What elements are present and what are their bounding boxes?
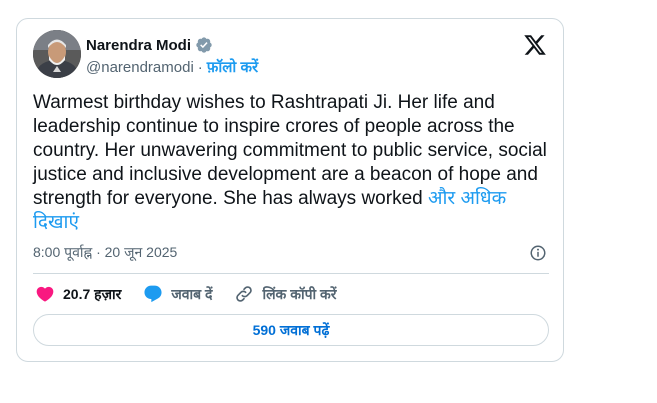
avatar[interactable] <box>33 30 81 78</box>
author-handle[interactable]: @narendramodi <box>86 59 194 76</box>
author-name[interactable]: Narendra Modi <box>86 37 191 54</box>
post-timestamp[interactable]: 8:00 पूर्वाह्न · 20 जून 2025 <box>33 243 177 262</box>
reply-bubble-icon <box>144 285 162 303</box>
read-replies-button[interactable]: 590 जवाब पढ़ें <box>33 314 549 346</box>
meta-row: 8:00 पूर्वाह्न · 20 जून 2025 <box>33 243 547 262</box>
action-bar: 20.7 हज़ार जवाब दें लिंक कॉपी करें <box>35 284 359 304</box>
x-logo-icon[interactable] <box>523 33 547 57</box>
author-name-row: Narendra Modi <box>86 36 213 54</box>
copy-link-label: लिंक कॉपी करें <box>262 285 337 302</box>
author-handle-row: @narendramodi · फ़ॉलो करें <box>86 57 258 77</box>
like-count: 20.7 हज़ार <box>63 285 122 302</box>
post-text-container: Warmest birthday wishes to Rashtrapati J… <box>33 91 548 235</box>
heart-icon <box>36 286 54 302</box>
info-icon[interactable] <box>529 244 547 262</box>
separator-dot: · <box>197 58 203 76</box>
like-button[interactable]: 20.7 हज़ार <box>35 284 121 304</box>
reply-label: जवाब दें <box>171 285 213 302</box>
post-card: Narendra Modi @narendramodi · फ़ॉलो करें… <box>16 18 564 362</box>
follow-button[interactable]: फ़ॉलो करें <box>207 57 258 77</box>
divider <box>33 273 549 274</box>
link-icon <box>236 286 253 302</box>
verified-badge-icon <box>196 37 212 53</box>
reply-button[interactable]: जवाब दें <box>143 284 212 304</box>
avatar-image <box>33 30 81 78</box>
copy-link-button[interactable]: लिंक कॉपी करें <box>234 284 337 304</box>
